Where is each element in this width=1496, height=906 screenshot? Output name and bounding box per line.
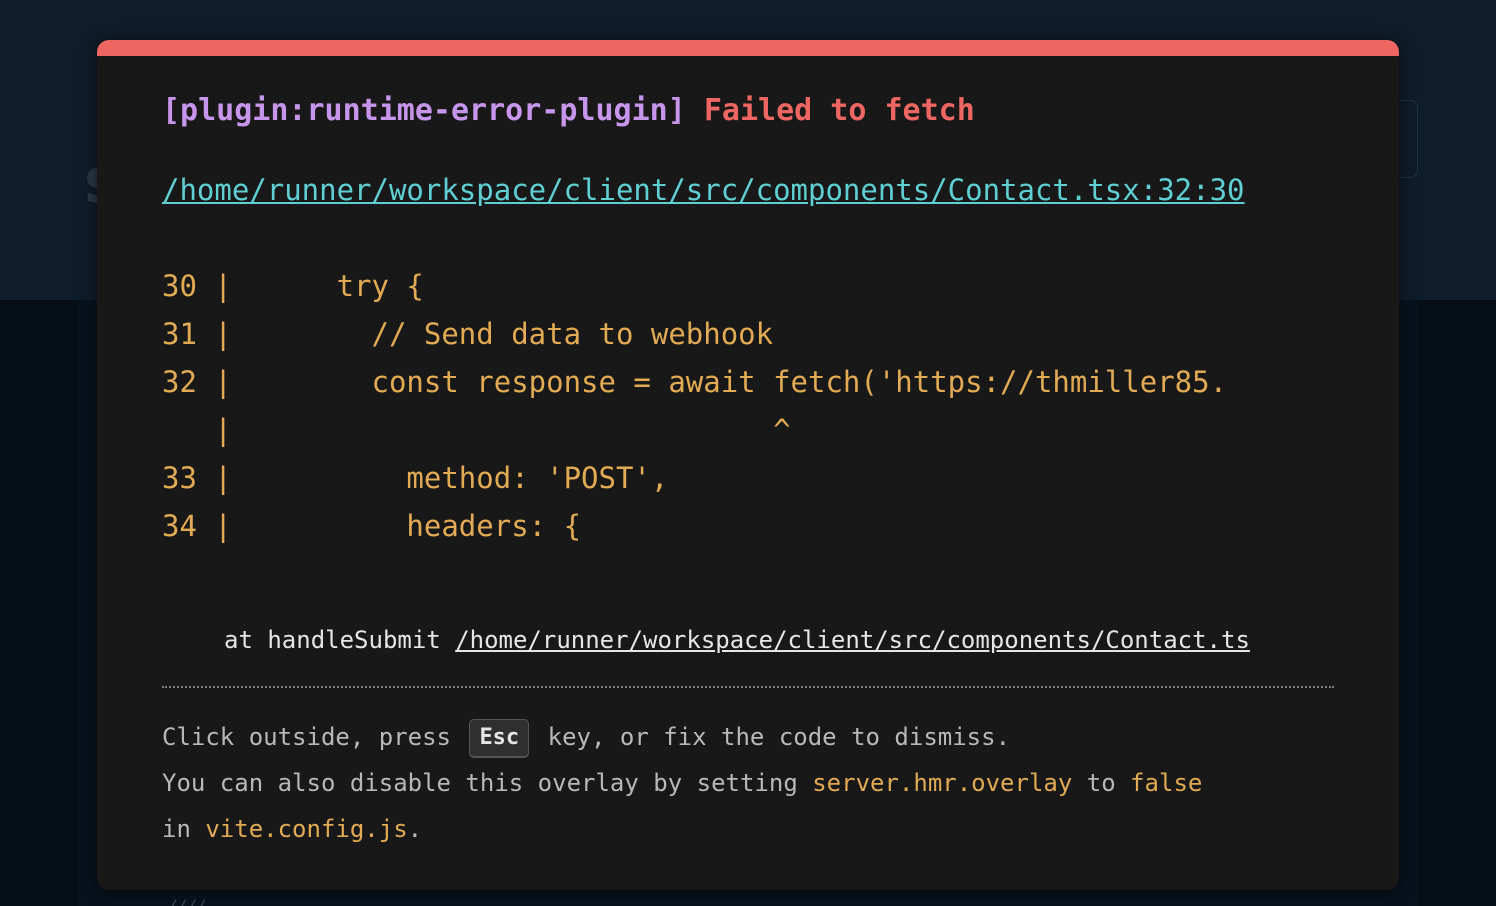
tip-text: Click outside, press (162, 723, 451, 751)
divider (162, 686, 1334, 688)
tip-line-3: in vite.config.js. (162, 806, 1334, 852)
stack-trace: at handleSubmit /home/runner/workspace/c… (224, 622, 1334, 658)
dismiss-tip: Click outside, press Esc key, or fix the… (162, 714, 1334, 852)
config-file: vite.config.js (205, 815, 408, 843)
tip-text: . (407, 815, 423, 843)
code-frame-line: 31 | // Send data to webhook (162, 317, 774, 351)
error-file-link[interactable]: /home/runner/workspace/client/src/compon… (162, 166, 1334, 214)
code-frame-line: 34 | headers: { (162, 509, 582, 543)
code-frame-line: 33 | method: 'POST', (162, 461, 669, 495)
background-text-fragment: //// (168, 896, 207, 906)
code-frame-line: 30 | try { (162, 269, 424, 303)
code-frame: 30 | try { 31 | // Send data to webhook … (162, 262, 1334, 550)
stack-file-link[interactable]: /home/runner/workspace/client/src/compon… (455, 626, 1250, 654)
tip-text: key, or fix the code to dismiss. (547, 723, 1011, 751)
error-text: Failed to fetch (703, 93, 975, 128)
tip-text: You can also disable this overlay by set… (162, 769, 813, 797)
tip-text: to (1072, 769, 1131, 797)
plugin-name: [plugin:runtime-error-plugin] (162, 93, 686, 128)
stack-function: at handleSubmit (224, 626, 456, 654)
tip-text: in (162, 815, 206, 843)
code-frame-line: 32 | const response = await fetch('https… (162, 365, 1228, 399)
code-frame-caret-line: | ^ (162, 413, 791, 447)
config-key: server.hmr.overlay (812, 769, 1073, 797)
tip-line-1: Click outside, press Esc key, or fix the… (162, 714, 1334, 760)
tip-line-2: You can also disable this overlay by set… (162, 760, 1334, 806)
config-value: false (1130, 769, 1203, 797)
error-overlay: [plugin:runtime-error-plugin] Failed to … (97, 40, 1399, 890)
error-message: [plugin:runtime-error-plugin] Failed to … (162, 92, 975, 130)
esc-key: Esc (469, 718, 530, 758)
